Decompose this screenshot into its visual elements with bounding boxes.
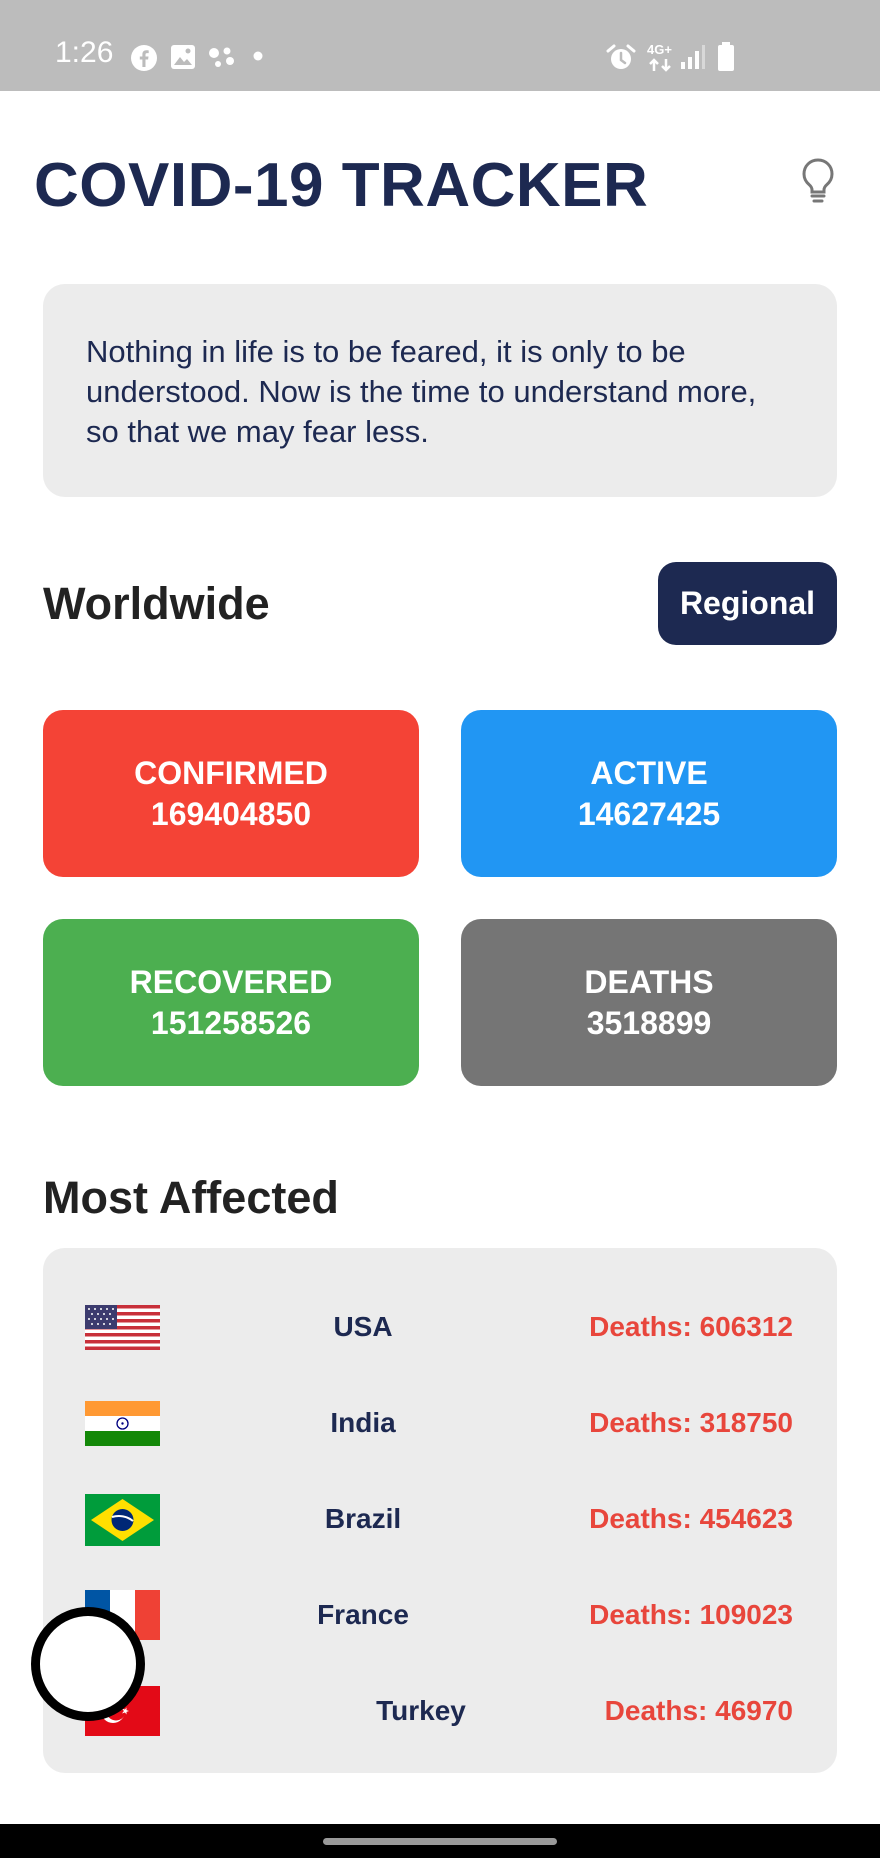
list-item[interactable]: Brazil Deaths: 454623 bbox=[43, 1489, 837, 1549]
recovered-value: 151258526 bbox=[150, 1004, 312, 1041]
country-deaths: Deaths: 318750 bbox=[589, 1407, 793, 1438]
country-name: France bbox=[317, 1599, 409, 1630]
recovered-label: RECOVERED bbox=[129, 963, 333, 1000]
lightbulb-icon[interactable] bbox=[796, 156, 840, 204]
active-value: 14627425 bbox=[577, 795, 721, 832]
country-deaths: Deaths: 46970 bbox=[604, 1695, 793, 1726]
most-affected-list: USA Deaths: 606312 India Deaths: 318750 … bbox=[43, 1248, 837, 1773]
usa-flag-icon bbox=[85, 1305, 160, 1350]
list-item[interactable]: USA Deaths: 606312 bbox=[43, 1297, 837, 1357]
regional-button[interactable]: Regional bbox=[658, 562, 837, 645]
deaths-label: DEATHS bbox=[584, 963, 714, 1000]
gallery-icon bbox=[171, 45, 195, 69]
floating-touch-button[interactable] bbox=[31, 1607, 145, 1721]
country-deaths: Deaths: 109023 bbox=[589, 1599, 793, 1630]
list-item[interactable]: India Deaths: 318750 bbox=[43, 1393, 837, 1453]
country-name: USA bbox=[333, 1311, 393, 1342]
deaths-value: 3518899 bbox=[586, 1004, 712, 1041]
active-label: ACTIVE bbox=[590, 754, 708, 791]
assistant-icon bbox=[209, 47, 234, 67]
home-indicator[interactable] bbox=[323, 1838, 557, 1845]
country-name: India bbox=[330, 1407, 396, 1438]
list-item[interactable]: France Deaths: 109023 bbox=[43, 1585, 837, 1645]
country-deaths: Deaths: 454623 bbox=[589, 1503, 793, 1534]
brazil-flag-icon bbox=[85, 1494, 160, 1546]
confirmed-label: CONFIRMED bbox=[134, 754, 328, 791]
recovered-card[interactable]: RECOVERED 151258526 bbox=[43, 919, 419, 1086]
status-bar: 1:26 4G+ bbox=[0, 0, 880, 91]
facebook-icon bbox=[131, 45, 157, 71]
active-card[interactable]: ACTIVE 14627425 bbox=[461, 710, 837, 877]
worldwide-title: Worldwide bbox=[43, 578, 270, 629]
most-affected-title: Most Affected bbox=[43, 1172, 339, 1223]
signal-icon bbox=[681, 45, 705, 69]
confirmed-card[interactable]: CONFIRMED 169404850 bbox=[43, 710, 419, 877]
quote-text: Nothing in life is to be feared, it is o… bbox=[86, 334, 757, 449]
confirmed-value: 169404850 bbox=[150, 795, 312, 832]
app-title: COVID-19 TRACKER bbox=[34, 151, 649, 220]
dot-icon bbox=[253, 51, 263, 61]
india-flag-icon bbox=[85, 1401, 160, 1446]
navigation-bar bbox=[0, 1824, 880, 1858]
list-item[interactable]: Turkey Deaths: 46970 bbox=[43, 1681, 837, 1741]
status-time: 1:26 bbox=[55, 36, 114, 69]
country-name: Brazil bbox=[324, 1503, 402, 1534]
deaths-card[interactable]: DEATHS 3518899 bbox=[461, 919, 837, 1086]
quote-card: Nothing in life is to be feared, it is o… bbox=[43, 284, 837, 497]
battery-icon bbox=[718, 42, 734, 71]
4g-data-icon: 4G+ bbox=[645, 42, 675, 74]
network-label: 4G+ bbox=[647, 42, 672, 57]
alarm-icon bbox=[606, 44, 636, 69]
country-name: Turkey bbox=[376, 1695, 466, 1726]
country-deaths: Deaths: 606312 bbox=[589, 1311, 793, 1342]
